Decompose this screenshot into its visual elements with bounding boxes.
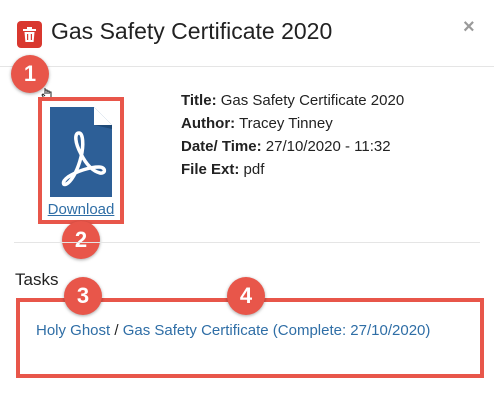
- detail-author: Author: Tracey Tinney: [181, 112, 404, 135]
- tasks-heading: Tasks: [15, 270, 59, 289]
- modal-title: Gas Safety Certificate 2020: [51, 18, 333, 44]
- download-link[interactable]: Download: [42, 201, 120, 218]
- detail-title: Title: Gas Safety Certificate 2020: [181, 89, 404, 112]
- detail-value: Gas Safety Certificate 2020: [220, 92, 405, 109]
- detail-file-ext: File Ext: pdf: [181, 158, 404, 181]
- document-details: Title: Gas Safety Certificate 2020 Autho…: [181, 89, 404, 181]
- detail-label: File Ext:: [181, 161, 240, 178]
- property-link[interactable]: Holy Ghost: [36, 322, 110, 339]
- annotation-badge-3: 3: [64, 277, 102, 315]
- section-divider: [14, 242, 480, 243]
- detail-value: pdf: [243, 161, 265, 178]
- task-line: Holy Ghost / Gas Safety Certificate (Com…: [36, 320, 456, 342]
- detail-label: Title:: [181, 92, 217, 109]
- pdf-file-icon: [50, 107, 112, 202]
- detail-label: Author:: [181, 115, 236, 132]
- task-link[interactable]: Gas Safety Certificate (Complete: 27/10/…: [123, 322, 431, 339]
- document-download-box[interactable]: Download: [38, 97, 124, 224]
- detail-value: Tracey Tinney: [239, 115, 333, 132]
- detail-label: Date/ Time:: [181, 138, 262, 155]
- detail-datetime: Date/ Time: 27/10/2020 - 11:32: [181, 135, 404, 158]
- task-separator: /: [110, 322, 123, 339]
- annotation-badge-2: 2: [62, 221, 100, 259]
- modal-header: Gas Safety Certificate 2020 ×: [0, 0, 494, 67]
- delete-button[interactable]: [17, 21, 42, 48]
- annotation-badge-4: 4: [227, 277, 265, 315]
- detail-value: 27/10/2020 - 11:32: [265, 138, 391, 155]
- close-icon[interactable]: ×: [463, 15, 475, 39]
